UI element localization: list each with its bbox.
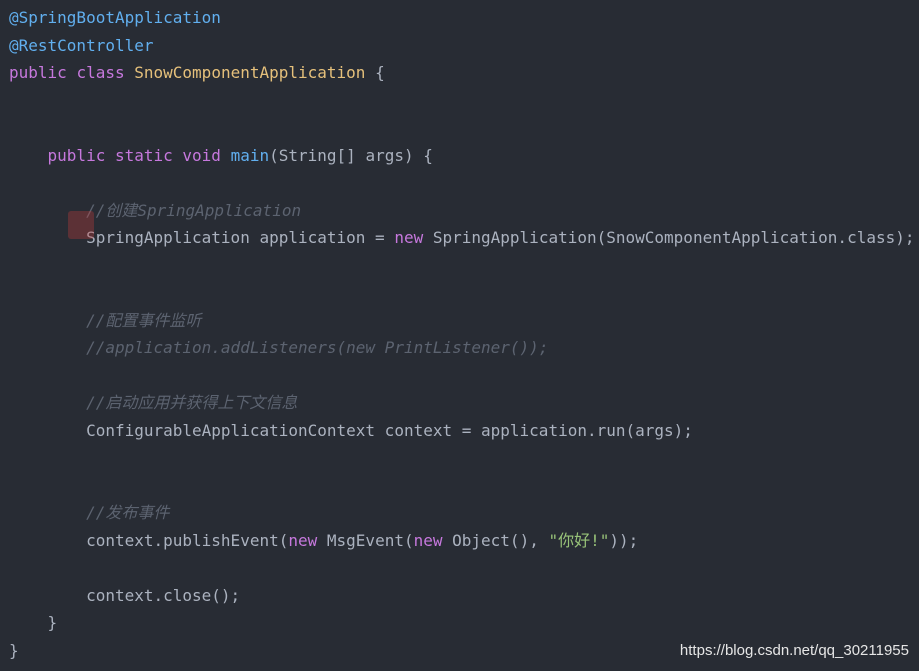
keyword-token: class (76, 63, 125, 82)
code-line: //创建SpringApplication (9, 197, 919, 225)
class-name-token: SnowComponentApplication (134, 63, 366, 82)
code-token: } (9, 640, 19, 660)
comment-token: //创建SpringApplication (86, 200, 302, 220)
code-line: //配置事件监听 (9, 307, 919, 335)
keyword-token: public (47, 145, 106, 165)
code-token: SpringApplication(SnowComponentApplicati… (423, 228, 915, 247)
code-token: ConfigurableApplicationContext context =… (9, 420, 693, 440)
code-token: )); (609, 530, 639, 550)
keyword-token: new (413, 530, 443, 550)
code-line: SpringApplication application = new Spri… (9, 224, 919, 252)
code-line: @SpringBootApplication (9, 4, 919, 32)
code-line: //发布事件 (9, 499, 919, 527)
code-token: context.close(); (9, 585, 241, 605)
keyword-token: new (394, 228, 424, 247)
code-token: SpringApplication application = (9, 228, 395, 247)
code-line: context.publishEvent(new MsgEvent(new Ob… (9, 527, 919, 555)
annotation-token: @SpringBootApplication (9, 8, 221, 27)
comment-token: //发布事件 (86, 503, 170, 522)
gutter-badge-icon (68, 211, 94, 239)
code-editor[interactable]: @SpringBootApplication @RestController pub… (0, 0, 919, 671)
code-token: } (9, 613, 58, 632)
annotation-token: @RestController (9, 35, 154, 55)
code-line: //启动应用并获得上下文信息 (9, 389, 919, 417)
comment-token: //启动应用并获得上下文信息 (86, 393, 298, 412)
code-token: MsgEvent( (317, 530, 414, 550)
code-line: } (9, 609, 919, 637)
comment-token: //配置事件监听 (86, 310, 202, 330)
code-line: ConfigurableApplicationContext context =… (9, 417, 919, 445)
keyword-token: new (288, 530, 318, 550)
code-token: Object(), (442, 530, 549, 550)
keyword-token: static (114, 145, 173, 165)
code-token: context.publishEvent( (9, 530, 289, 550)
function-name-token: main (230, 145, 270, 165)
code-token: { (365, 63, 385, 82)
watermark: https://blog.csdn.net/qq_30211955 (679, 642, 909, 659)
comment-token: //application.addListeners(new PrintList… (86, 338, 549, 357)
keyword-token: public (9, 63, 67, 82)
code-line: //application.addListeners(new PrintList… (9, 334, 919, 362)
code-line: context.close(); (9, 582, 919, 610)
code-token: (String[] args) { (269, 145, 433, 165)
code-line: public static void main(String[] args) { (9, 142, 919, 170)
code-line: @RestController (9, 32, 919, 60)
code-block: @SpringBootApplication @RestController pub… (9, 4, 919, 664)
string-token: "你好!" (548, 530, 610, 550)
keyword-token: void (182, 145, 221, 165)
code-line: public class SnowComponentApplication { (9, 59, 919, 87)
